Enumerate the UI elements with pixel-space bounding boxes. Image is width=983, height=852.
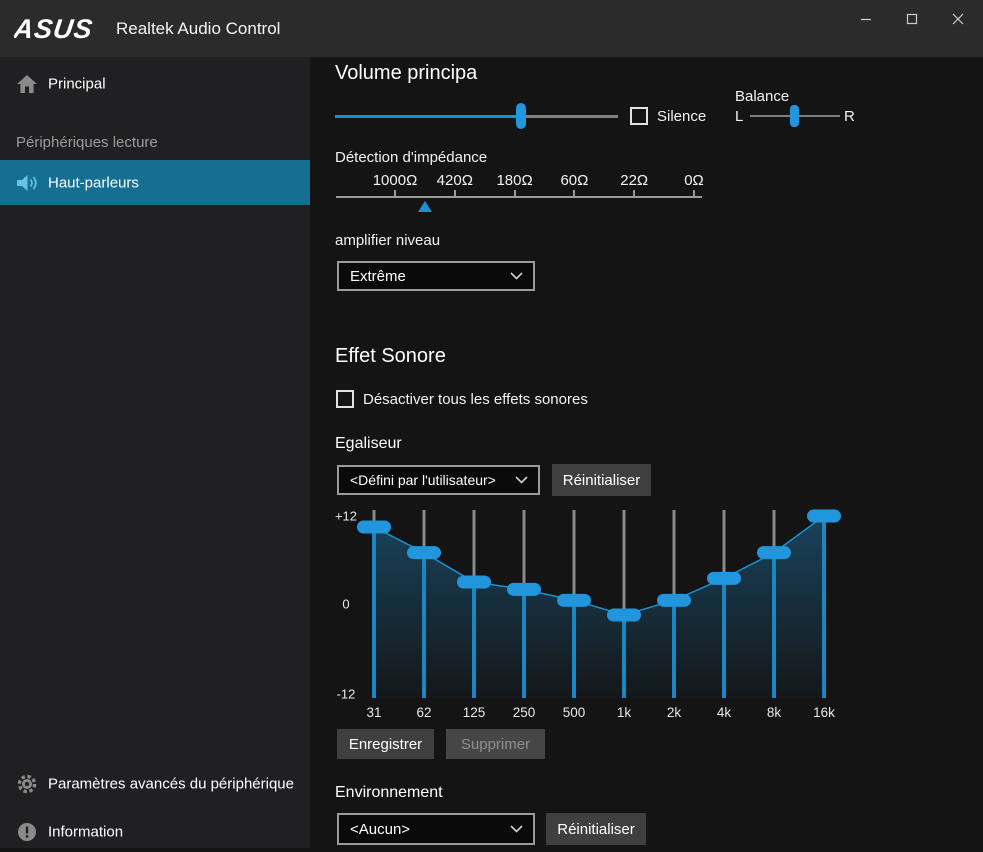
silence-checkbox[interactable] [630, 107, 648, 125]
sidebar-item-information[interactable]: Information [0, 812, 310, 852]
eq-band-slider-thumb[interactable] [657, 594, 691, 607]
amplifier-label: amplifier niveau [335, 232, 440, 249]
eq-freq-label: 250 [513, 705, 536, 720]
sidebar-item-label: Paramètres avancés du périphérique [48, 776, 294, 793]
info-icon [17, 822, 37, 842]
maximize-button[interactable] [889, 0, 935, 38]
balance-left-label: L [735, 108, 743, 125]
equalizer-delete-button[interactable]: Supprimer [446, 729, 545, 759]
sidebar: Principal Périphériques lecture Haut-par… [0, 57, 310, 848]
impedance-scale-tick [454, 190, 456, 196]
gear-icon [17, 774, 37, 794]
disable-effects-label: Désactiver tous les effets sonores [363, 391, 588, 408]
eq-y-tick-label: 0 [342, 597, 349, 612]
chevron-down-icon [515, 476, 528, 484]
equalizer-preset-dropdown[interactable]: <Défini par l'utilisateur> [337, 465, 540, 495]
eq-band-slider-thumb[interactable] [707, 572, 741, 585]
asus-logo-text: ASUS [14, 14, 95, 44]
eq-freq-label: 2k [667, 705, 682, 720]
volume-slider-fill [335, 115, 521, 118]
balance-label: Balance [735, 88, 789, 105]
eq-freq-label: 125 [463, 705, 486, 720]
equalizer-graph: +12 0 -12 31 62 125 250 500 1k 2k 4k 8k 16k [330, 505, 860, 725]
minimize-button[interactable] [843, 0, 889, 38]
speaker-icon [17, 174, 39, 192]
eq-freq-label: 500 [563, 705, 586, 720]
titlebar: ASUS Realtek Audio Control [0, 0, 983, 57]
eq-band-slider-thumb[interactable] [607, 609, 641, 622]
maximize-icon [906, 13, 918, 25]
disable-effects-checkbox[interactable] [336, 390, 354, 408]
eq-freq-label: 1k [617, 705, 632, 720]
balance-right-label: R [844, 108, 855, 125]
eq-band-slider-thumb[interactable] [457, 576, 491, 589]
impedance-marker-icon [418, 201, 432, 212]
sidebar-item-label: Haut-parleurs [48, 174, 139, 191]
eq-band-slider-thumb[interactable] [557, 594, 591, 607]
volume-slider-thumb[interactable] [516, 103, 526, 129]
window-controls [843, 0, 981, 38]
eq-band-slider-thumb[interactable] [507, 583, 541, 596]
amplifier-dropdown[interactable]: Extrême [337, 261, 535, 291]
balance-slider-thumb[interactable] [790, 105, 799, 127]
impedance-scale-tick [573, 190, 575, 196]
minimize-icon [860, 13, 872, 25]
eq-freq-label: 31 [366, 705, 381, 720]
environment-dropdown[interactable]: <Aucun> [337, 813, 535, 845]
amplifier-dropdown-value: Extrême [350, 268, 406, 285]
equalizer-preset-value: <Défini par l'utilisateur> [350, 472, 496, 488]
eq-y-tick-label: -12 [337, 687, 356, 702]
home-icon [17, 75, 37, 93]
eq-freq-label: 62 [416, 705, 431, 720]
eq-freq-label: 8k [767, 705, 782, 720]
eq-band-slider-thumb[interactable] [807, 510, 841, 523]
sidebar-section-label: Périphériques lecture [16, 134, 158, 151]
impedance-scale-tick [693, 190, 695, 196]
impedance-scale-tick [394, 190, 396, 196]
eq-y-tick-label: +12 [335, 509, 357, 524]
environment-label: Environnement [335, 784, 443, 802]
sidebar-item-label: Information [48, 824, 123, 841]
impedance-scale-line [336, 196, 702, 198]
chevron-down-icon [510, 825, 523, 833]
equalizer-label: Egaliseur [335, 435, 402, 453]
eq-freq-label: 4k [717, 705, 732, 720]
main-content: Volume principa Silence Balance L R Déte… [310, 57, 983, 848]
impedance-scale: 1000Ω420Ω180Ω60Ω22Ω0Ω [336, 172, 702, 216]
sidebar-item-label: Principal [48, 76, 106, 93]
asus-logo: ASUS [14, 14, 106, 44]
sidebar-item-principal[interactable]: Principal [0, 62, 310, 106]
close-button[interactable] [935, 0, 981, 38]
equalizer-reset-button[interactable]: Réinitialiser [552, 464, 651, 496]
volume-title: Volume principa [335, 62, 477, 85]
window-title: Realtek Audio Control [116, 19, 280, 39]
impedance-scale-tick [633, 190, 635, 196]
chevron-down-icon [510, 272, 523, 280]
eq-freq-label: 16k [813, 705, 835, 720]
close-icon [952, 13, 964, 25]
sidebar-item-haut-parleurs[interactable]: Haut-parleurs [0, 160, 310, 205]
impedance-scale-tick [514, 190, 516, 196]
impedance-title: Détection d'impédance [335, 149, 487, 166]
eq-band-slider-thumb[interactable] [757, 546, 791, 559]
environment-dropdown-value: <Aucun> [350, 821, 410, 838]
silence-label: Silence [657, 108, 706, 125]
sound-effect-title: Effet Sonore [335, 345, 446, 368]
eq-band-slider-thumb[interactable] [357, 521, 391, 534]
impedance-scale-label: 0Ω [654, 172, 734, 189]
sidebar-item-advanced-settings[interactable]: Paramètres avancés du périphérique [0, 764, 310, 804]
environment-reset-button[interactable]: Réinitialiser [546, 813, 646, 845]
equalizer-save-button[interactable]: Enregistrer [337, 729, 434, 759]
eq-band-slider-thumb[interactable] [407, 546, 441, 559]
